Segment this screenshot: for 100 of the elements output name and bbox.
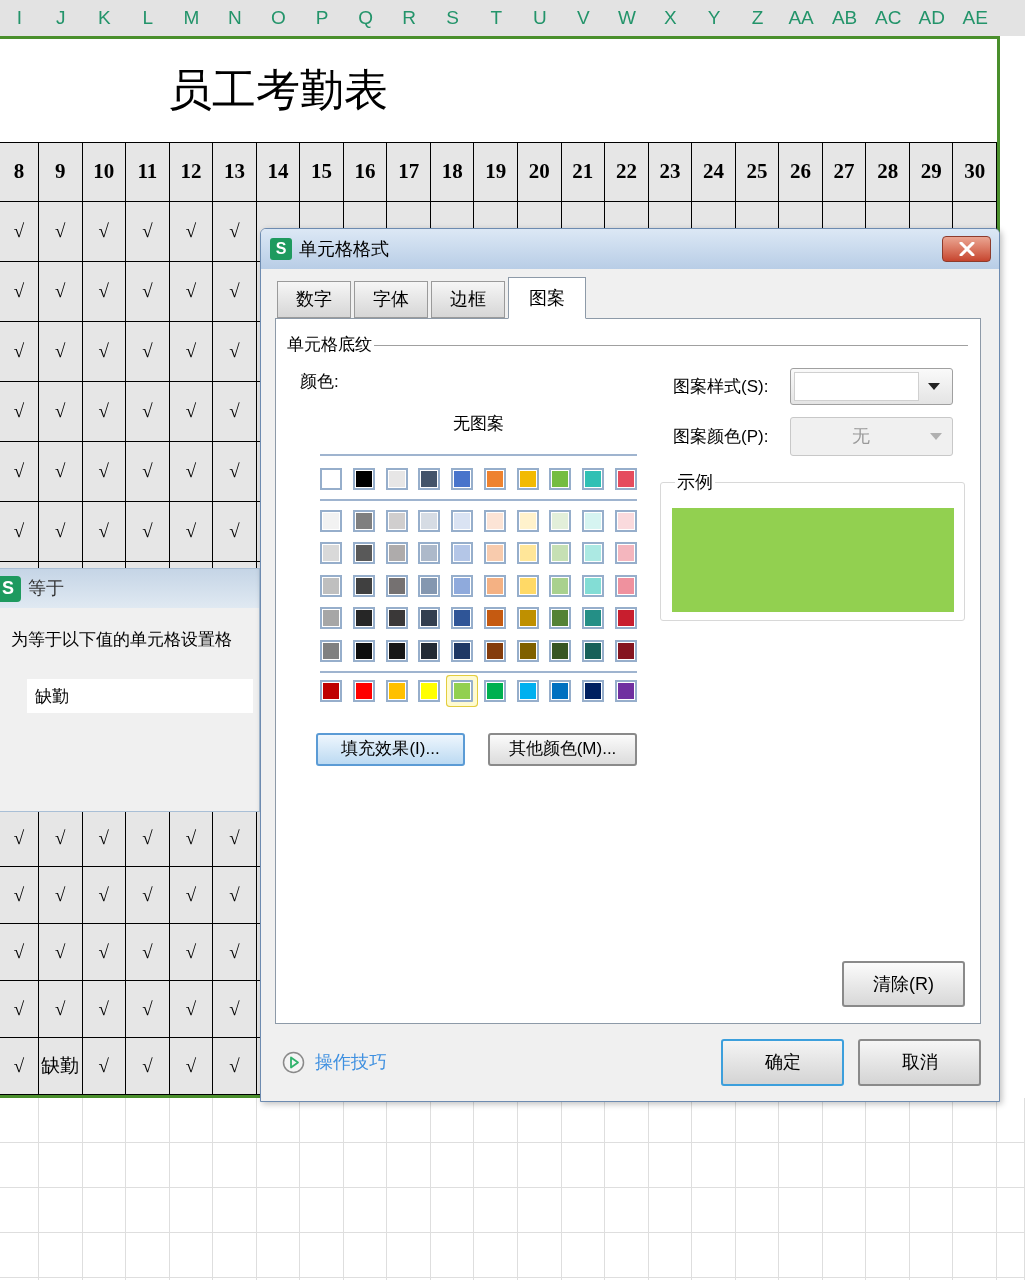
column-header[interactable]: X bbox=[648, 0, 693, 36]
color-swatch[interactable] bbox=[352, 679, 375, 702]
color-swatch[interactable] bbox=[352, 639, 375, 662]
color-swatch[interactable] bbox=[615, 607, 637, 630]
ok-button[interactable]: 确定 bbox=[721, 1039, 844, 1086]
column-header[interactable]: Z bbox=[735, 0, 780, 36]
tab[interactable]: 数字 bbox=[277, 281, 351, 318]
color-swatch[interactable] bbox=[549, 510, 572, 532]
color-swatch[interactable] bbox=[385, 468, 408, 490]
column-header[interactable]: AA bbox=[779, 0, 823, 36]
color-swatch[interactable] bbox=[451, 542, 474, 565]
color-swatch[interactable] bbox=[352, 468, 375, 490]
color-swatch[interactable] bbox=[320, 542, 342, 565]
color-swatch[interactable] bbox=[549, 542, 572, 565]
column-header[interactable]: S bbox=[430, 0, 475, 36]
color-swatch[interactable] bbox=[418, 639, 441, 662]
tips-link[interactable]: 操作技巧 bbox=[315, 1049, 387, 1076]
color-swatch[interactable] bbox=[516, 542, 539, 565]
color-swatch[interactable] bbox=[451, 574, 474, 597]
color-swatch[interactable] bbox=[516, 639, 539, 662]
color-swatch[interactable] bbox=[352, 607, 375, 630]
color-swatch[interactable] bbox=[320, 607, 342, 630]
color-swatch[interactable] bbox=[385, 679, 408, 702]
color-swatch[interactable] bbox=[549, 574, 572, 597]
column-header[interactable]: L bbox=[126, 0, 170, 36]
color-swatch[interactable] bbox=[516, 679, 539, 702]
color-swatch[interactable] bbox=[418, 542, 441, 565]
clear-button[interactable]: 清除(R) bbox=[842, 961, 965, 1007]
color-swatch[interactable] bbox=[320, 468, 342, 490]
color-swatch[interactable] bbox=[352, 510, 375, 532]
color-swatch[interactable] bbox=[418, 574, 441, 597]
color-swatch[interactable] bbox=[516, 574, 539, 597]
color-swatch[interactable] bbox=[451, 510, 474, 532]
color-swatch[interactable] bbox=[615, 542, 637, 565]
color-swatch[interactable] bbox=[615, 468, 637, 490]
color-swatch[interactable] bbox=[483, 468, 506, 490]
column-header[interactable]: N bbox=[213, 0, 257, 36]
pattern-style-dropdown[interactable] bbox=[790, 368, 953, 405]
color-swatch[interactable] bbox=[582, 607, 605, 630]
color-swatch[interactable] bbox=[483, 679, 506, 702]
color-swatch[interactable] bbox=[615, 574, 637, 597]
column-header[interactable]: R bbox=[387, 0, 431, 36]
color-swatch[interactable] bbox=[549, 679, 572, 702]
column-header[interactable]: J bbox=[39, 0, 83, 36]
color-swatch[interactable] bbox=[582, 639, 605, 662]
fill-effects-button[interactable]: 填充效果(I)... bbox=[316, 732, 465, 766]
color-swatch[interactable] bbox=[385, 542, 408, 565]
color-swatch[interactable] bbox=[582, 510, 605, 532]
color-swatch[interactable] bbox=[582, 679, 605, 702]
column-header[interactable]: M bbox=[169, 0, 214, 36]
column-header[interactable]: AE bbox=[953, 0, 998, 36]
more-colors-button[interactable]: 其他颜色(M)... bbox=[488, 732, 637, 766]
column-header[interactable]: I bbox=[0, 0, 39, 36]
color-swatch[interactable] bbox=[418, 607, 441, 630]
color-swatch[interactable] bbox=[451, 639, 474, 662]
color-swatch[interactable] bbox=[615, 639, 637, 662]
color-swatch[interactable] bbox=[352, 542, 375, 565]
column-header[interactable]: K bbox=[82, 0, 127, 36]
color-swatch[interactable] bbox=[385, 510, 408, 532]
color-swatch[interactable] bbox=[615, 510, 637, 532]
tab[interactable]: 字体 bbox=[354, 281, 428, 318]
color-swatch[interactable] bbox=[320, 574, 342, 597]
color-swatch[interactable] bbox=[451, 607, 474, 630]
color-swatch[interactable] bbox=[451, 468, 474, 490]
color-swatch[interactable] bbox=[516, 607, 539, 630]
tab[interactable]: 边框 bbox=[431, 281, 505, 318]
cancel-button[interactable]: 取消 bbox=[858, 1039, 981, 1086]
color-swatch[interactable] bbox=[418, 679, 441, 702]
column-header[interactable]: U bbox=[518, 0, 562, 36]
column-header[interactable]: Y bbox=[692, 0, 736, 36]
column-header[interactable]: V bbox=[561, 0, 606, 36]
no-pattern-option[interactable]: 无图案 bbox=[453, 412, 504, 436]
color-swatch[interactable] bbox=[516, 468, 539, 490]
color-swatch[interactable] bbox=[549, 607, 572, 630]
color-swatch[interactable] bbox=[483, 542, 506, 565]
color-swatch[interactable] bbox=[549, 468, 572, 490]
column-header[interactable]: AC bbox=[866, 0, 910, 36]
color-swatch[interactable] bbox=[320, 639, 342, 662]
color-swatch[interactable] bbox=[483, 510, 506, 532]
color-swatch[interactable] bbox=[549, 639, 572, 662]
column-header[interactable]: AB bbox=[822, 0, 867, 36]
color-swatch[interactable] bbox=[582, 468, 605, 490]
color-swatch[interactable] bbox=[352, 574, 375, 597]
column-header[interactable]: T bbox=[474, 0, 518, 36]
color-swatch[interactable] bbox=[320, 510, 342, 532]
input-field[interactable]: 缺勤 bbox=[27, 679, 253, 713]
color-swatch[interactable] bbox=[483, 607, 506, 630]
color-swatch[interactable] bbox=[483, 639, 506, 662]
column-header[interactable]: W bbox=[605, 0, 649, 36]
close-button[interactable] bbox=[942, 236, 991, 262]
color-swatch[interactable] bbox=[483, 574, 506, 597]
color-swatch[interactable] bbox=[385, 639, 408, 662]
color-swatch[interactable] bbox=[516, 510, 539, 532]
column-header[interactable]: O bbox=[256, 0, 301, 36]
column-header[interactable]: Q bbox=[343, 0, 388, 36]
color-swatch[interactable] bbox=[615, 679, 637, 702]
column-header[interactable]: P bbox=[300, 0, 344, 36]
color-swatch[interactable] bbox=[385, 607, 408, 630]
tab[interactable]: 图案 bbox=[508, 277, 586, 319]
color-swatch[interactable] bbox=[582, 574, 605, 597]
